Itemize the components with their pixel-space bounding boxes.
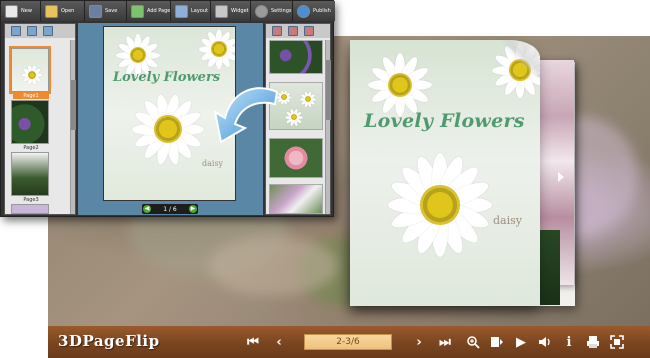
save-button[interactable]: Save bbox=[85, 1, 127, 21]
zoom-icon bbox=[467, 336, 480, 349]
daisy-center bbox=[28, 71, 36, 79]
toolbar-label: New bbox=[21, 8, 32, 14]
pager-text: 1 / 6 bbox=[163, 205, 177, 213]
print-button[interactable] bbox=[584, 333, 602, 351]
next-page-button[interactable]: › bbox=[410, 333, 428, 351]
curved-arrow-icon bbox=[213, 87, 279, 144]
daisy-center bbox=[154, 115, 182, 143]
page-thumbnail-label: Page2 bbox=[23, 145, 39, 151]
toolbar-label: Settings bbox=[271, 8, 292, 14]
delete-thumb-icon[interactable] bbox=[43, 26, 53, 36]
blurred-flower bbox=[208, 236, 338, 296]
toolbar-label: Save bbox=[105, 8, 118, 14]
page-thumbnail-label: Page3 bbox=[23, 197, 39, 203]
preview-pager: ◀ 1 / 6 ▶ bbox=[142, 204, 198, 214]
sound-button[interactable] bbox=[536, 333, 554, 351]
info-icon: i bbox=[566, 334, 572, 350]
pages-panel: Page1 Page2 Page3 bbox=[4, 23, 76, 215]
gear-icon bbox=[255, 4, 268, 18]
editor-toolbar: New Open Save Add Page Layout Widget Set… bbox=[1, 1, 335, 21]
sound-icon bbox=[539, 337, 550, 347]
previous-page-button[interactable]: ‹ bbox=[270, 333, 288, 351]
toolbar-label: Widget bbox=[231, 8, 249, 14]
fullscreen-button[interactable] bbox=[608, 333, 626, 351]
toolbar-label: Layout bbox=[191, 8, 208, 14]
new-icon bbox=[5, 4, 18, 18]
remove-image-icon[interactable] bbox=[304, 26, 314, 36]
toolbar-label: Open bbox=[61, 8, 75, 14]
globe-icon bbox=[297, 4, 310, 18]
brand-logo: 3DPageFlip bbox=[58, 332, 160, 350]
widget-button[interactable]: Widget bbox=[211, 1, 251, 21]
book-current-page[interactable]: Lovely Flowers daisy bbox=[350, 40, 540, 306]
open-folder-icon bbox=[45, 4, 58, 18]
flipbook-toolbar: 3DPageFlip ⏮ ‹ 2-3/6 › ⏭ ▶ i bbox=[48, 326, 650, 358]
fullscreen-icon bbox=[610, 335, 624, 349]
pager-next-icon[interactable]: ▶ bbox=[188, 205, 197, 213]
next-page-icon: › bbox=[416, 334, 422, 350]
first-page-button[interactable]: ⏮ bbox=[244, 333, 262, 351]
templates-panel-tools bbox=[266, 24, 330, 38]
scrollbar-thumb[interactable] bbox=[326, 60, 331, 120]
page-curl[interactable] bbox=[502, 40, 540, 78]
pages-scrollbar[interactable] bbox=[70, 40, 76, 214]
daisy-center bbox=[211, 41, 227, 57]
templates-scrollbar[interactable] bbox=[325, 40, 331, 214]
open-button[interactable]: Open bbox=[41, 1, 85, 21]
layout-button[interactable]: Layout bbox=[171, 1, 211, 21]
print-icon bbox=[587, 336, 599, 348]
edit-thumb-icon[interactable] bbox=[27, 26, 37, 36]
screenshot-stage: daisy lily lily Lovely Flowers daisy 3DP… bbox=[0, 0, 650, 358]
add-page-icon bbox=[131, 4, 144, 18]
save-icon bbox=[89, 4, 102, 18]
photo-thumbnail[interactable] bbox=[269, 184, 323, 214]
page-thumbnail-3[interactable] bbox=[11, 152, 49, 196]
new-button[interactable]: New bbox=[1, 1, 41, 21]
book-page-title: Lovely Flowers bbox=[364, 110, 525, 132]
play-icon: ▶ bbox=[516, 334, 526, 350]
page-number-field[interactable]: 2-3/6 bbox=[304, 334, 392, 350]
page-thumbnail-4[interactable] bbox=[11, 204, 49, 214]
page-thumbnail-1[interactable] bbox=[9, 46, 51, 94]
first-page-icon: ⏮ bbox=[247, 334, 259, 350]
settings-button[interactable]: Settings bbox=[251, 1, 293, 21]
previous-page-icon: ‹ bbox=[276, 334, 282, 350]
fit-width-button[interactable] bbox=[488, 333, 506, 351]
edit-image-icon[interactable] bbox=[288, 26, 298, 36]
fit-width-icon bbox=[491, 337, 503, 347]
page-thumbnail-label: Page1 bbox=[13, 93, 49, 99]
layout-icon bbox=[175, 4, 188, 18]
pager-prev-icon[interactable]: ◀ bbox=[143, 205, 151, 213]
add-page-button[interactable]: Add Page bbox=[127, 1, 171, 21]
daisy-center bbox=[420, 185, 460, 225]
add-thumb-icon[interactable] bbox=[11, 26, 21, 36]
next-page-arrow-icon[interactable] bbox=[558, 172, 564, 182]
pages-panel-tools bbox=[5, 24, 75, 38]
book-page-caption: daisy bbox=[493, 214, 522, 227]
last-page-button[interactable]: ⏭ bbox=[436, 333, 454, 351]
last-page-icon: ⏭ bbox=[439, 334, 451, 350]
toolbar-label: Add Page bbox=[147, 8, 171, 14]
scrollbar-thumb[interactable] bbox=[71, 80, 76, 130]
preview-caption: daisy bbox=[202, 159, 224, 168]
info-button[interactable]: i bbox=[560, 333, 578, 351]
play-button[interactable]: ▶ bbox=[512, 333, 530, 351]
toolbar-label: Publish bbox=[313, 8, 331, 14]
zoom-button[interactable] bbox=[464, 333, 482, 351]
widget-icon bbox=[215, 4, 228, 18]
add-image-icon[interactable] bbox=[272, 26, 282, 36]
page-thumbnail-2[interactable] bbox=[11, 100, 49, 144]
photo-thumbnail[interactable] bbox=[269, 40, 323, 74]
publish-button[interactable]: Publish bbox=[293, 1, 335, 21]
